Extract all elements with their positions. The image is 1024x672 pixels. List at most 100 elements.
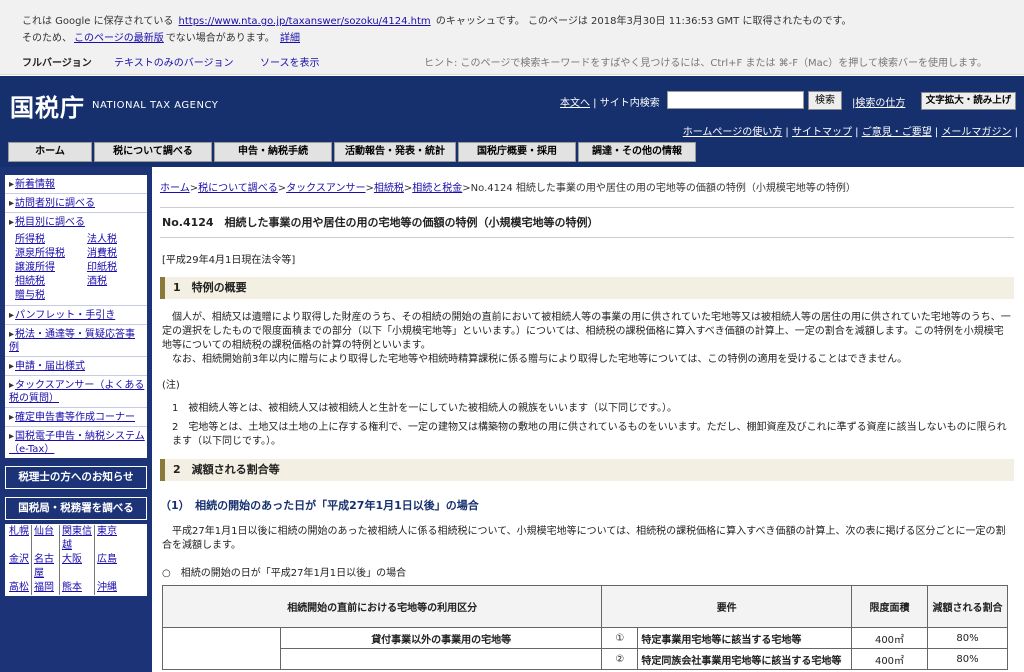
note-item: 2 宅地等とは、土地又は土地の上に存する権利で、一定の建物又は構築物の敷地の用に… — [172, 422, 1007, 447]
table-cell: 400㎡ — [851, 627, 928, 649]
sidebar-item-label: 申請・届出様式 — [15, 361, 86, 372]
table-header: 減額される割合 — [927, 585, 1008, 628]
tax-link-income[interactable]: 所得税 — [15, 233, 87, 247]
site-header: 国税庁 NATIONAL TAX AGENCY 本文へ | サイト内検索 検索 … — [0, 76, 1024, 146]
search-button[interactable]: 検索 — [808, 91, 842, 110]
sidebar-item-taxanswer[interactable]: ▸タックスアンサー（よくある税の質問） — [5, 376, 147, 408]
table-cell: 80% — [927, 627, 1008, 649]
tax-link-liquor[interactable]: 酒税 — [87, 275, 147, 289]
sidebar-item-forms[interactable]: ▸申請・届出様式 — [5, 357, 147, 376]
breadcrumb-tax-info[interactable]: 税について調べる — [198, 183, 278, 194]
city-link[interactable]: 高松 — [7, 581, 32, 595]
paragraph: なお、相続開始前3年以内に贈与により取得した宅地等や相続時精算課税に係る贈与によ… — [162, 354, 908, 365]
nav-reports[interactable]: 活動報告・発表・統計 — [334, 142, 456, 162]
nav-tax-info[interactable]: 税について調べる — [94, 142, 212, 162]
sidebar-item-by-tax[interactable]: ▸税目別に調べる — [5, 213, 147, 231]
tax-link-consumption[interactable]: 消費税 — [87, 247, 147, 261]
sidebar-item-laws[interactable]: ▸税法・通達等・質疑応答事例 — [5, 325, 147, 357]
hint-text: ヒント: このページで検索キーワードをすばやく見つけるには、Ctrl+F または… — [424, 58, 987, 69]
city-link[interactable]: 金沢 — [7, 553, 32, 581]
nav-procurement[interactable]: 調達・その他の情報 — [578, 142, 696, 162]
city-link[interactable]: 関東信越 — [60, 525, 95, 553]
tax-link-inheritance[interactable]: 相続税 — [15, 275, 87, 289]
city-link[interactable]: 広島 — [95, 553, 123, 581]
as-of-date: [平成29年4月1日現在法令等] — [162, 255, 296, 266]
table-header: 要件 — [601, 585, 852, 628]
howto-use-link[interactable]: ホームページの使い方 — [683, 127, 783, 138]
sidebar-item-label: 税目別に調べる — [15, 217, 86, 228]
city-link[interactable]: 東京 — [95, 525, 123, 553]
city-link[interactable]: 札幌 — [7, 525, 32, 553]
cache-url-link[interactable]: https://www.nta.go.jp/taxanswer/sozoku/4… — [179, 16, 431, 27]
city-link[interactable]: 名古屋 — [32, 553, 60, 581]
breadcrumb-inheritance-tax[interactable]: 相続と税金 — [412, 183, 462, 194]
cache-text: そのため、 — [22, 33, 72, 44]
view-source-link[interactable]: ソースを表示 — [260, 54, 320, 69]
city-link[interactable]: 仙台 — [32, 525, 60, 553]
sidebar-item-label: 確定申告書等作成コーナー — [15, 412, 136, 423]
separator: | — [590, 98, 600, 109]
subsection-heading: （1） 相続の開始のあった日が「平成27年1月1日以後」の場合 — [160, 499, 479, 512]
nav-filing[interactable]: 申告・納税手続 — [214, 142, 332, 162]
arrow-icon: ▸ — [9, 179, 15, 190]
sidebar-item-label: 訪問者別に調べる — [15, 198, 96, 209]
city-link[interactable]: 福岡 — [32, 581, 60, 595]
city-link — [123, 553, 151, 581]
site-logo[interactable]: 国税庁 — [10, 88, 85, 123]
cache-line-1: これは Google に保存されている https://www.nta.go.j… — [22, 12, 1024, 29]
find-offices-button[interactable]: 国税局・税務署を調べる — [5, 497, 147, 520]
tax-link-corporate[interactable]: 法人税 — [87, 233, 147, 247]
table-row: 貸付事業以外の事業用の宅地等 ① 特定事業用宅地等に該当する宅地等 400㎡ 8… — [162, 627, 1008, 670]
text-only-link[interactable]: テキストのみのバージョン — [114, 54, 234, 69]
paragraph: 平成27年1月1日以後に相続の開始のあった被相続人に係る相続税について、小規模宅… — [162, 526, 1006, 551]
table-header: 相続開始の直前における宅地等の利用区分 — [161, 585, 603, 628]
tax-link-gift[interactable]: 贈与税 — [15, 289, 87, 303]
site-search-input[interactable] — [667, 91, 804, 109]
page-title: No.4124 相続した事業の用や居住の用の宅地等の価額の特例（小規模宅地等の特… — [160, 207, 1014, 238]
table-cell — [162, 627, 281, 670]
table-header: 限度面積 — [851, 585, 928, 628]
cache-text: のキャッシュです。 このページは 2018年3月30日 11:36:53 GMT… — [435, 16, 852, 27]
detail-link[interactable]: 詳細 — [280, 33, 300, 44]
breadcrumb: ホーム>税について調べる>タックスアンサー>相続税>相続と税金>No.4124 … — [160, 179, 856, 194]
arrow-icon: ▸ — [9, 198, 15, 209]
header-sublinks: ホームページの使い方 | サイトマップ | ご意見・ご要望 | メールマガジン … — [682, 127, 1018, 138]
breadcrumb-home[interactable]: ホーム — [160, 183, 190, 194]
sidebar-item-news[interactable]: ▸新着情報 — [5, 175, 147, 194]
nav-home[interactable]: ホーム — [8, 142, 92, 162]
sidebar-item-filing-corner[interactable]: ▸確定申告書等作成コーナー — [5, 408, 147, 427]
skip-to-content-link[interactable]: 本文へ — [560, 98, 590, 109]
arrow-icon: ▸ — [9, 412, 15, 423]
sidebar-item-etax[interactable]: ▸国税電子申告・納税システム（e-Tax） — [5, 427, 147, 458]
breadcrumb-sep: > — [277, 183, 287, 194]
breadcrumb-inheritance[interactable]: 相続税 — [374, 183, 404, 194]
feedback-link[interactable]: ご意見・ご要望 — [862, 127, 932, 138]
table-cell: ② — [601, 648, 639, 670]
city-link[interactable]: 沖縄 — [95, 581, 123, 595]
sidebar-item-pamphlet[interactable]: ▸パンフレット・手引き — [5, 306, 147, 325]
section-heading-1: 1 特例の概要 — [160, 277, 1014, 299]
arrow-icon: ▸ — [9, 217, 15, 228]
tax-accountant-button[interactable]: 税理士の方へのお知らせ — [5, 466, 147, 489]
city-link[interactable]: 大阪 — [60, 553, 95, 581]
nav-about[interactable]: 国税庁概要・採用 — [458, 142, 576, 162]
note-item: 1 被相続人等とは、被相続人又は被相続人と生計を一にしていた被相続人の親族をいい… — [172, 403, 678, 414]
arrow-icon: ▸ — [9, 380, 15, 391]
tax-link-transfer[interactable]: 譲渡所得 — [15, 261, 87, 275]
tax-link-stamp[interactable]: 印紙税 — [87, 261, 147, 275]
table-cell — [279, 648, 603, 670]
breadcrumb-sep: > — [365, 183, 374, 194]
sidebar-item-visitor[interactable]: ▸訪問者別に調べる — [5, 194, 147, 213]
city-link[interactable]: 熊本 — [60, 581, 95, 595]
sitemap-link[interactable]: サイトマップ — [792, 127, 852, 138]
text-zoom-button[interactable]: 文字拡大・読み上げ — [921, 92, 1016, 110]
breadcrumb-taxanswer[interactable]: タックスアンサー — [286, 183, 365, 194]
table-caption: ○ 相続の開始の日が「平成27年1月1日以後」の場合 — [162, 568, 407, 579]
tax-link-withholding[interactable]: 源泉所得税 — [15, 247, 87, 261]
latest-version-link[interactable]: このページの最新版 — [74, 33, 164, 44]
cache-nav: フルバージョン テキストのみのバージョン ソースを表示 ヒント: このページで検… — [22, 54, 1024, 70]
arrow-icon: ▸ — [9, 431, 15, 442]
table-cell: 貸付事業以外の事業用の宅地等 — [279, 627, 603, 649]
mail-magazine-link[interactable]: メールマガジン — [941, 127, 1011, 138]
search-howto-link[interactable]: | 検索の仕方 — [852, 94, 905, 109]
